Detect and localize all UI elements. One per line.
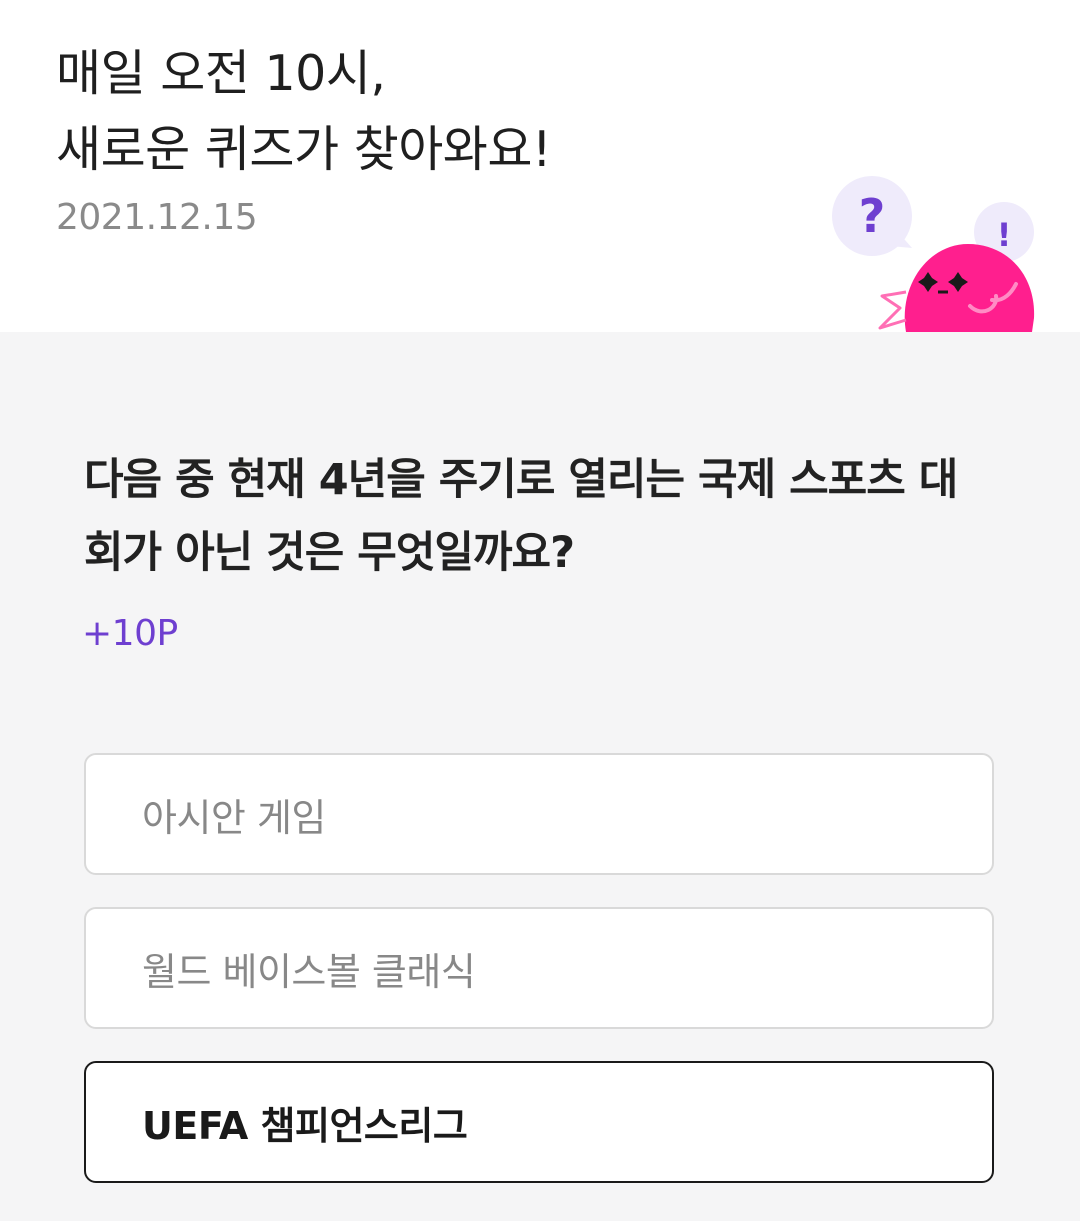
answer-option-label: 아시안 게임 — [142, 795, 326, 840]
quiz-question: 다음 중 현재 4년을 주기로 열리는 국제 스포츠 대회가 아닌 것은 무엇일… — [84, 455, 958, 578]
title-line-2: 새로운 퀴즈가 찾아와요! — [56, 121, 552, 178]
answer-option-world-baseball-classic[interactable]: 월드 베이스볼 클래식 — [84, 907, 994, 1029]
quiz-date: 2021.12.15 — [56, 197, 258, 238]
answer-option-asian-games[interactable]: 아시안 게임 — [84, 753, 994, 875]
quiz-header: 매일 오전 10시, 새로운 퀴즈가 찾아와요! 2021.12.15 ? ! — [0, 0, 1080, 332]
reward-points: +10P — [82, 613, 178, 654]
mascot-illustration: ? ! — [832, 176, 1035, 332]
answer-option-label: 월드 베이스볼 클래식 — [142, 949, 476, 994]
exclamation-mark-text: ! — [997, 216, 1012, 254]
question-bubble-icon: ? — [832, 176, 912, 256]
quiz-content: 다음 중 현재 4년을 주기로 열리는 국제 스포츠 대회가 아닌 것은 무엇일… — [0, 332, 1080, 1221]
page-title: 매일 오전 10시, 새로운 퀴즈가 찾아와요! — [56, 36, 552, 188]
title-line-1: 매일 오전 10시, — [56, 45, 386, 102]
answer-option-uefa-champions-league[interactable]: UEFA 챔피언스리그 — [84, 1061, 994, 1183]
question-mark-text: ? — [859, 189, 886, 243]
answer-option-label: UEFA 챔피언스리그 — [142, 1103, 468, 1148]
